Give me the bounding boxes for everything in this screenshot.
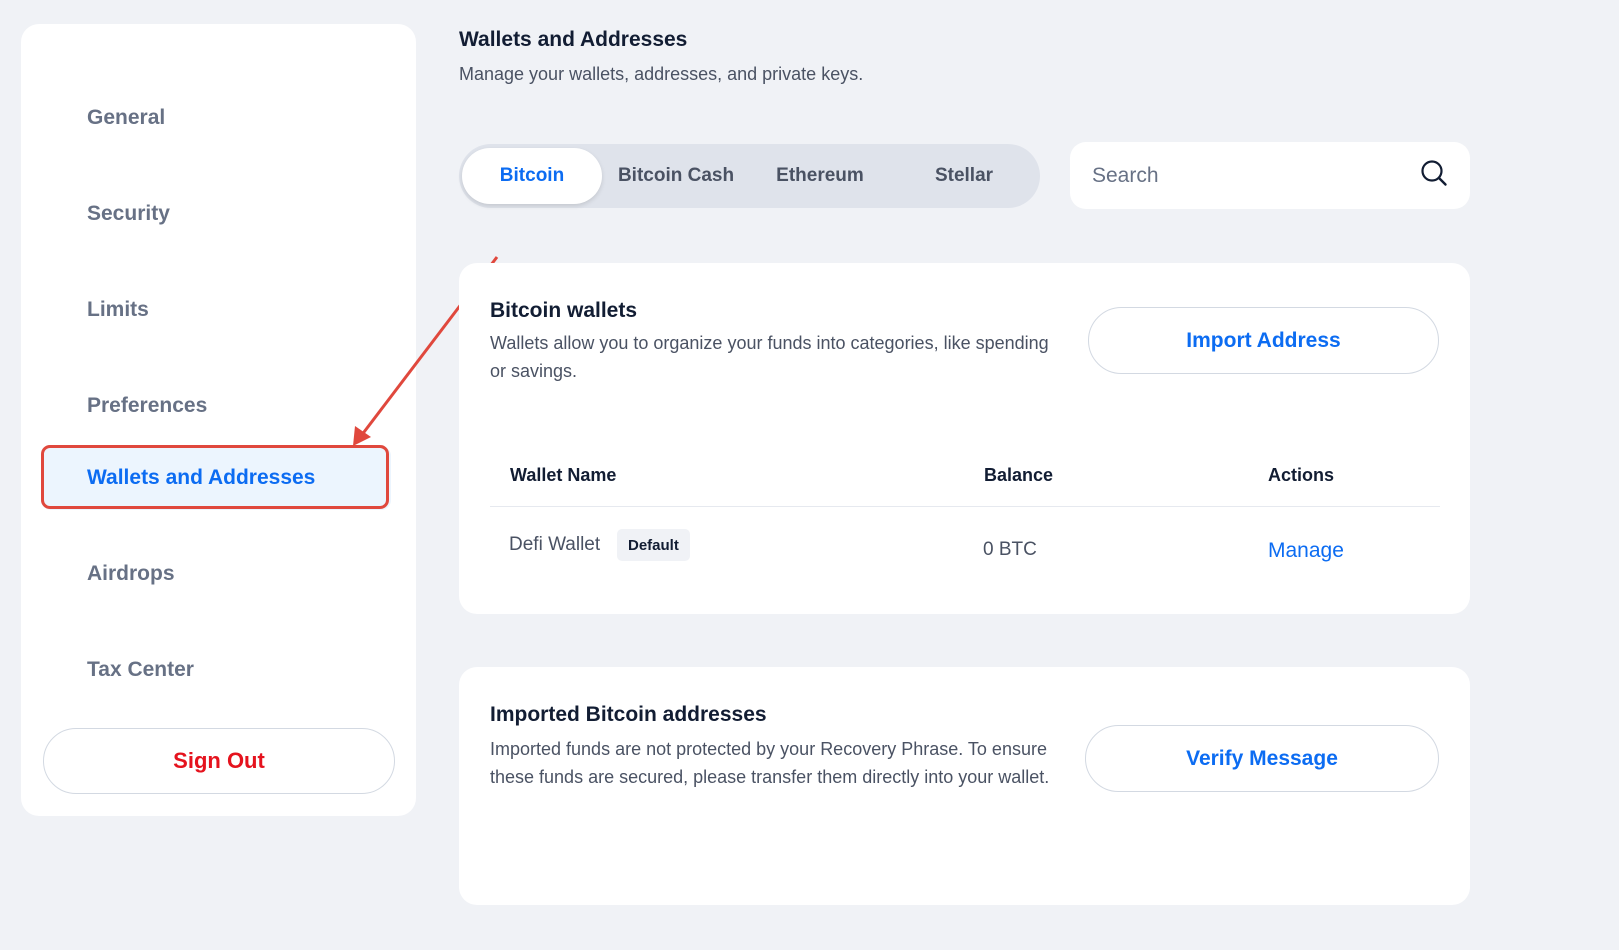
verify-message-button[interactable]: Verify Message bbox=[1085, 725, 1439, 792]
sidebar-item-tax-center[interactable]: Tax Center bbox=[41, 638, 391, 702]
sign-out-button[interactable]: Sign Out bbox=[43, 728, 395, 794]
bitcoin-wallets-card: Bitcoin wallets Wallets allow you to org… bbox=[459, 263, 1470, 614]
column-header-actions: Actions bbox=[1268, 465, 1335, 485]
settings-sidebar: General Security Limits Preferences Wall… bbox=[21, 24, 416, 816]
page-subtitle: Manage your wallets, addresses, and priv… bbox=[459, 64, 864, 84]
card-description: Wallets allow you to organize your funds… bbox=[490, 333, 1049, 381]
search-input[interactable] bbox=[1092, 163, 1420, 188]
wallet-balance: 0 BTC bbox=[983, 539, 1037, 560]
default-badge: Default bbox=[617, 529, 690, 561]
search-box bbox=[1070, 142, 1470, 209]
sidebar-item-airdrops[interactable]: Airdrops bbox=[41, 542, 391, 606]
page-title: Wallets and Addresses bbox=[459, 28, 688, 51]
sidebar-item-security[interactable]: Security bbox=[41, 182, 391, 246]
card-title: Imported Bitcoin addresses bbox=[490, 703, 767, 726]
column-header-balance: Balance bbox=[984, 465, 1054, 485]
currency-tabs: Bitcoin Bitcoin Cash Ethereum Stellar bbox=[459, 144, 1040, 208]
sidebar-item-general[interactable]: General bbox=[41, 86, 391, 150]
tab-bitcoin[interactable]: Bitcoin bbox=[462, 148, 602, 204]
tab-ethereum[interactable]: Ethereum bbox=[750, 148, 890, 204]
card-description: Imported funds are not protected by your… bbox=[490, 739, 1050, 787]
wallet-name: Defi Wallet bbox=[509, 534, 601, 555]
column-header-wallet-name: Wallet Name bbox=[510, 465, 617, 485]
search-icon[interactable] bbox=[1420, 159, 1448, 192]
tab-stellar[interactable]: Stellar bbox=[894, 148, 1034, 204]
sidebar-item-limits[interactable]: Limits bbox=[41, 278, 391, 342]
table-divider bbox=[490, 506, 1440, 507]
import-address-button[interactable]: Import Address bbox=[1088, 307, 1439, 374]
tab-bitcoin-cash[interactable]: Bitcoin Cash bbox=[606, 148, 746, 204]
sidebar-item-preferences[interactable]: Preferences bbox=[41, 374, 391, 438]
imported-addresses-card: Imported Bitcoin addresses Imported fund… bbox=[459, 667, 1470, 905]
sidebar-item-wallets-and-addresses[interactable]: Wallets and Addresses bbox=[41, 446, 391, 510]
card-title: Bitcoin wallets bbox=[490, 299, 638, 322]
manage-link[interactable]: Manage bbox=[1268, 539, 1344, 563]
